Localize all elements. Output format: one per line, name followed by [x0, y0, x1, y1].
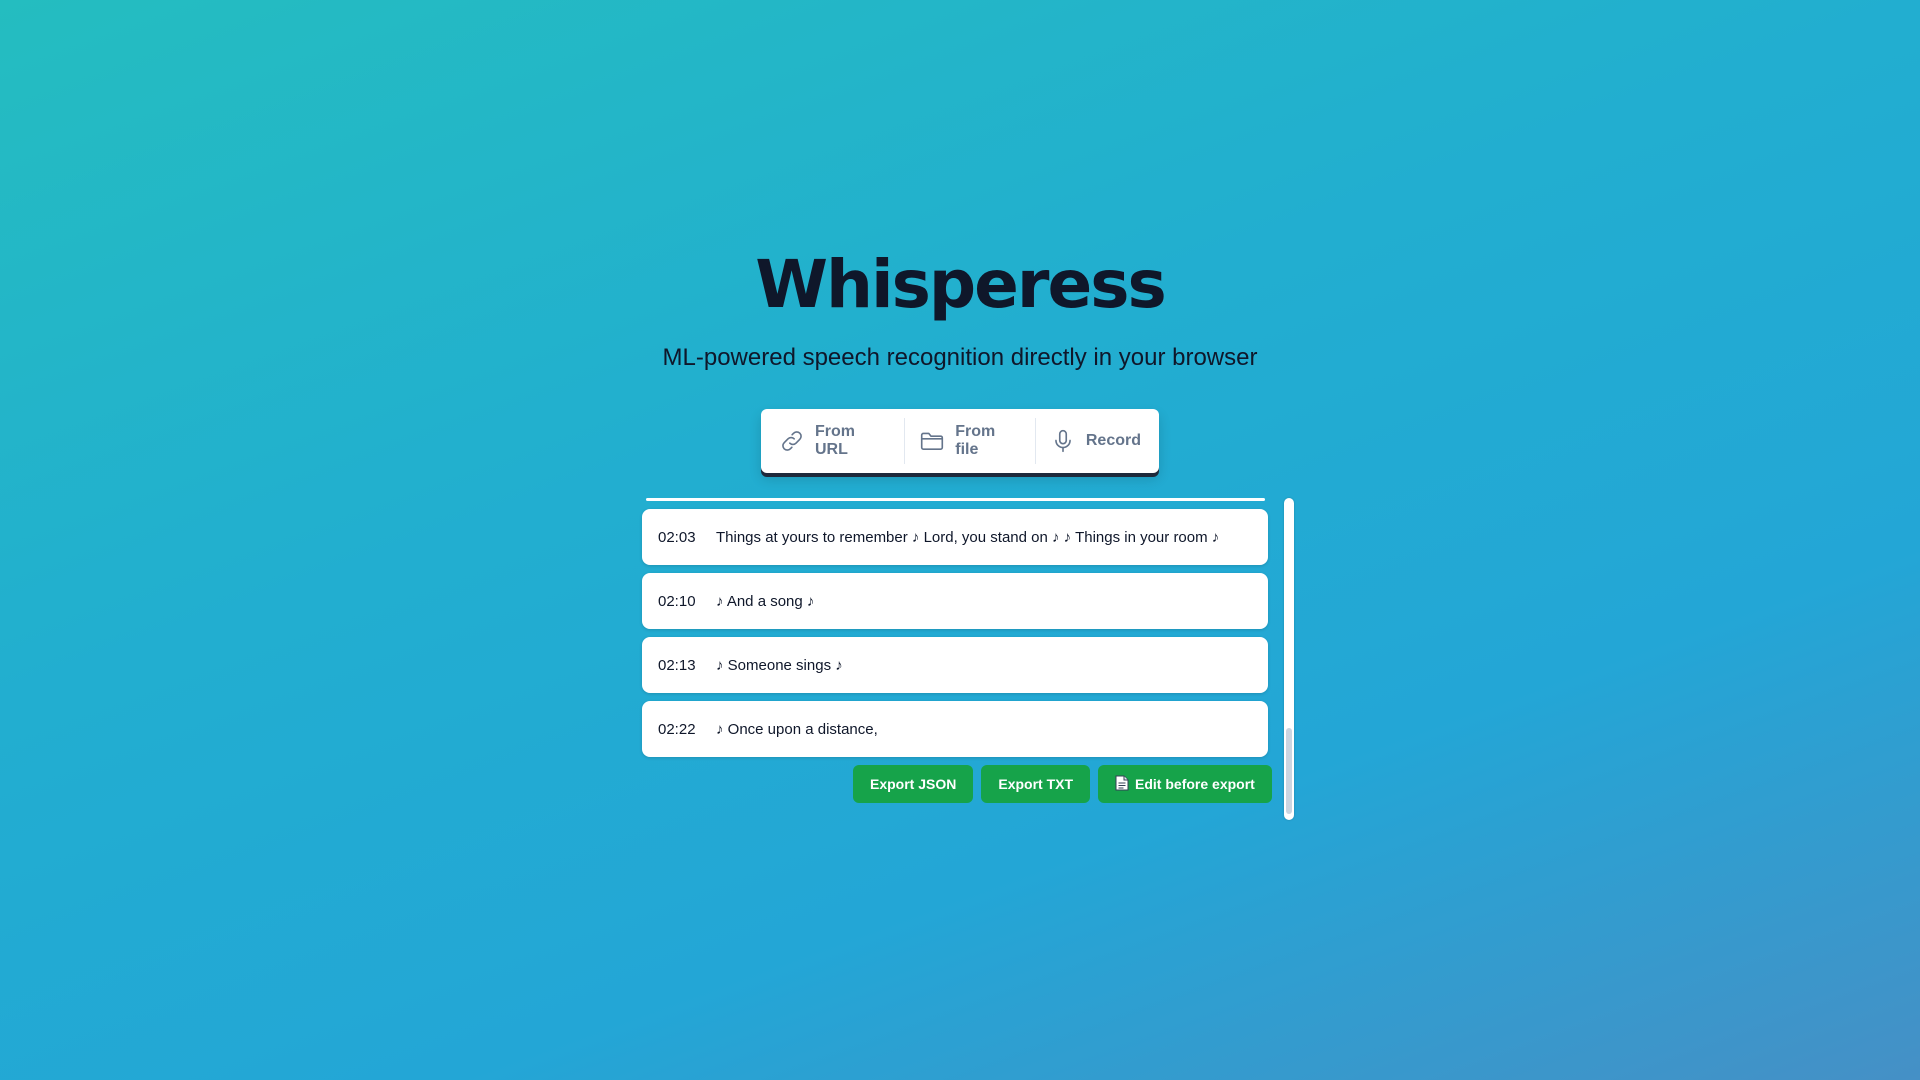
app-subtitle: ML-powered speech recognition directly i…	[662, 344, 1258, 371]
scrollbar[interactable]	[1284, 498, 1294, 820]
transcript-row: 02:10 ♪ And a song ♪	[642, 573, 1268, 629]
source-divider	[904, 418, 906, 464]
folder-icon	[919, 428, 945, 454]
source-divider	[1034, 418, 1036, 464]
scrollbar-thumb[interactable]	[1286, 728, 1292, 814]
timestamp: 02:22	[658, 720, 696, 738]
edit-before-export-button[interactable]: Edit before export	[1098, 765, 1272, 803]
record-label: Record	[1085, 432, 1141, 449]
microphone-icon	[1050, 428, 1076, 454]
timestamp: 02:13	[658, 656, 696, 674]
document-icon	[1115, 775, 1129, 794]
edit-before-export-label: Edit before export	[1135, 776, 1255, 792]
export-json-button[interactable]: Export JSON	[853, 765, 974, 803]
progress-line	[646, 498, 1265, 501]
export-txt-button[interactable]: Export TXT	[981, 765, 1091, 803]
app-title: Whisperess	[755, 246, 1167, 323]
link-icon	[779, 428, 805, 454]
from-url-button[interactable]: From URL	[771, 417, 898, 465]
from-url-label: From URL	[815, 423, 855, 458]
transcript-row: 02:22 ♪ Once upon a distance,	[642, 701, 1268, 757]
source-selector: From URL From file Record	[761, 409, 1159, 473]
from-file-label: From file	[955, 423, 996, 458]
transcript-text: ♪ Once upon a distance,	[716, 720, 878, 738]
transcript-list: 02:03 Things at yours to remember ♪ Lord…	[642, 509, 1268, 765]
transcript-text: Things at yours to remember ♪ Lord, you …	[716, 528, 1220, 546]
record-button[interactable]: Record	[1042, 417, 1149, 465]
timestamp: 02:03	[658, 528, 696, 546]
transcript-row: 02:03 Things at yours to remember ♪ Lord…	[642, 509, 1268, 565]
from-file-button[interactable]: From file	[911, 417, 1029, 465]
timestamp: 02:10	[658, 592, 696, 610]
export-toolbar: Export JSON Export TXT Edit before expor…	[853, 765, 1272, 803]
transcript-text: ♪ Someone sings ♪	[716, 656, 843, 674]
transcript-row: 02:13 ♪ Someone sings ♪	[642, 637, 1268, 693]
transcript-text: ♪ And a song ♪	[716, 592, 815, 610]
